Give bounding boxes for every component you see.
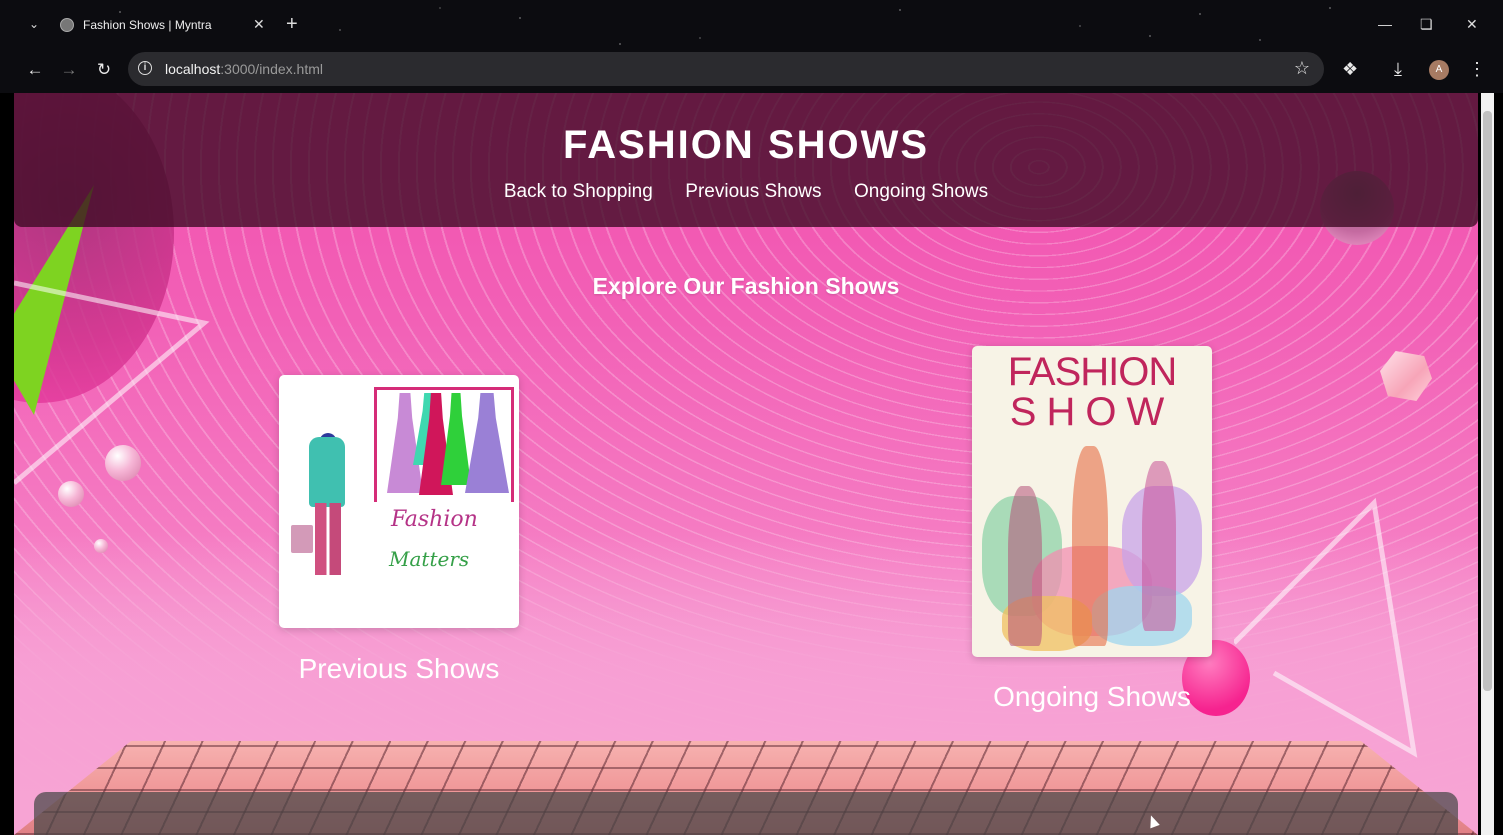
tab-bar: ⌄ Fashion Shows | Myntra ✕ + — ❏ ✕: [0, 6, 1503, 46]
site-header: FASHION SHOWS Back to Shopping Previous …: [14, 93, 1478, 227]
footer-bar: [34, 792, 1458, 835]
minimize-icon[interactable]: —: [1378, 16, 1392, 32]
shopping-bag-illustration: [291, 525, 313, 553]
decorative-triangle: [1234, 497, 1418, 758]
url-host: localhost: [165, 61, 221, 77]
poster-title-line: FASHION: [1007, 350, 1178, 394]
card-art-text: Fashion: [391, 507, 478, 532]
nav-ongoing-shows[interactable]: Ongoing Shows: [854, 181, 988, 202]
ongoing-shows-label[interactable]: Ongoing Shows: [972, 681, 1212, 713]
model-sketch: [1072, 446, 1108, 646]
rack-leg: [511, 387, 514, 502]
decorative-triangle: [14, 280, 210, 485]
menu-icon[interactable]: ⋮: [1468, 59, 1486, 80]
restore-icon[interactable]: ❏: [1420, 16, 1433, 33]
poster-title-line: SHOW: [1009, 390, 1175, 434]
card-art-text: Matters: [389, 547, 470, 571]
poster-title: FASHION SHOW: [972, 352, 1212, 432]
decorative-pearl: [94, 539, 108, 553]
address-bar[interactable]: i localhost:3000/index.html ☆: [128, 52, 1324, 86]
nav-back-to-shopping[interactable]: Back to Shopping: [504, 181, 653, 202]
dress-illustration: [465, 393, 509, 493]
main-nav: Back to Shopping Previous Shows Ongoing …: [14, 181, 1478, 203]
page-title: FASHION SHOWS: [562, 123, 930, 167]
star-icon[interactable]: ☆: [1294, 58, 1310, 79]
info-icon[interactable]: i: [138, 61, 152, 75]
woman-illustration: [315, 503, 341, 575]
avatar[interactable]: A: [1429, 60, 1449, 80]
extensions-icon[interactable]: ❖: [1342, 59, 1358, 80]
page-scrollbar[interactable]: [1481, 93, 1494, 835]
ongoing-shows-card[interactable]: FASHION SHOW: [972, 346, 1212, 657]
rack-leg: [374, 387, 377, 502]
previous-shows-card[interactable]: Fashion Matters: [279, 375, 519, 628]
page-viewport: FASHION SHOWS Back to Shopping Previous …: [14, 93, 1478, 835]
forward-icon[interactable]: →: [58, 59, 80, 81]
clothing-rack-illustration: [374, 387, 514, 390]
reload-icon[interactable]: ↻: [93, 59, 115, 81]
chevron-down-icon[interactable]: ⌄: [24, 14, 44, 34]
browser-chrome: ⌄ Fashion Shows | Myntra ✕ + — ❏ ✕ ← → ↻…: [0, 0, 1503, 93]
globe-icon: [60, 18, 74, 32]
woman-illustration: [309, 437, 345, 507]
previous-shows-label[interactable]: Previous Shows: [279, 653, 519, 685]
close-icon[interactable]: ✕: [253, 16, 265, 33]
back-icon[interactable]: ←: [24, 59, 46, 81]
tab-title: Fashion Shows | Myntra: [83, 18, 212, 32]
model-sketch: [1142, 461, 1176, 631]
url-text[interactable]: localhost:3000/index.html: [165, 61, 323, 77]
section-heading: Explore Our Fashion Shows: [592, 273, 900, 299]
model-sketch: [1008, 486, 1042, 646]
url-path: :3000/index.html: [220, 61, 323, 77]
browser-tab[interactable]: Fashion Shows | Myntra ✕: [50, 6, 276, 46]
nav-previous-shows[interactable]: Previous Shows: [685, 181, 821, 202]
browser-toolbar: ← → ↻ i localhost:3000/index.html ☆ ❖ ⤓ …: [0, 52, 1503, 88]
plus-icon[interactable]: +: [286, 13, 298, 36]
scrollbar-thumb[interactable]: [1483, 111, 1492, 691]
download-icon[interactable]: ⤓: [1394, 59, 1402, 80]
close-icon[interactable]: ✕: [1466, 16, 1478, 33]
